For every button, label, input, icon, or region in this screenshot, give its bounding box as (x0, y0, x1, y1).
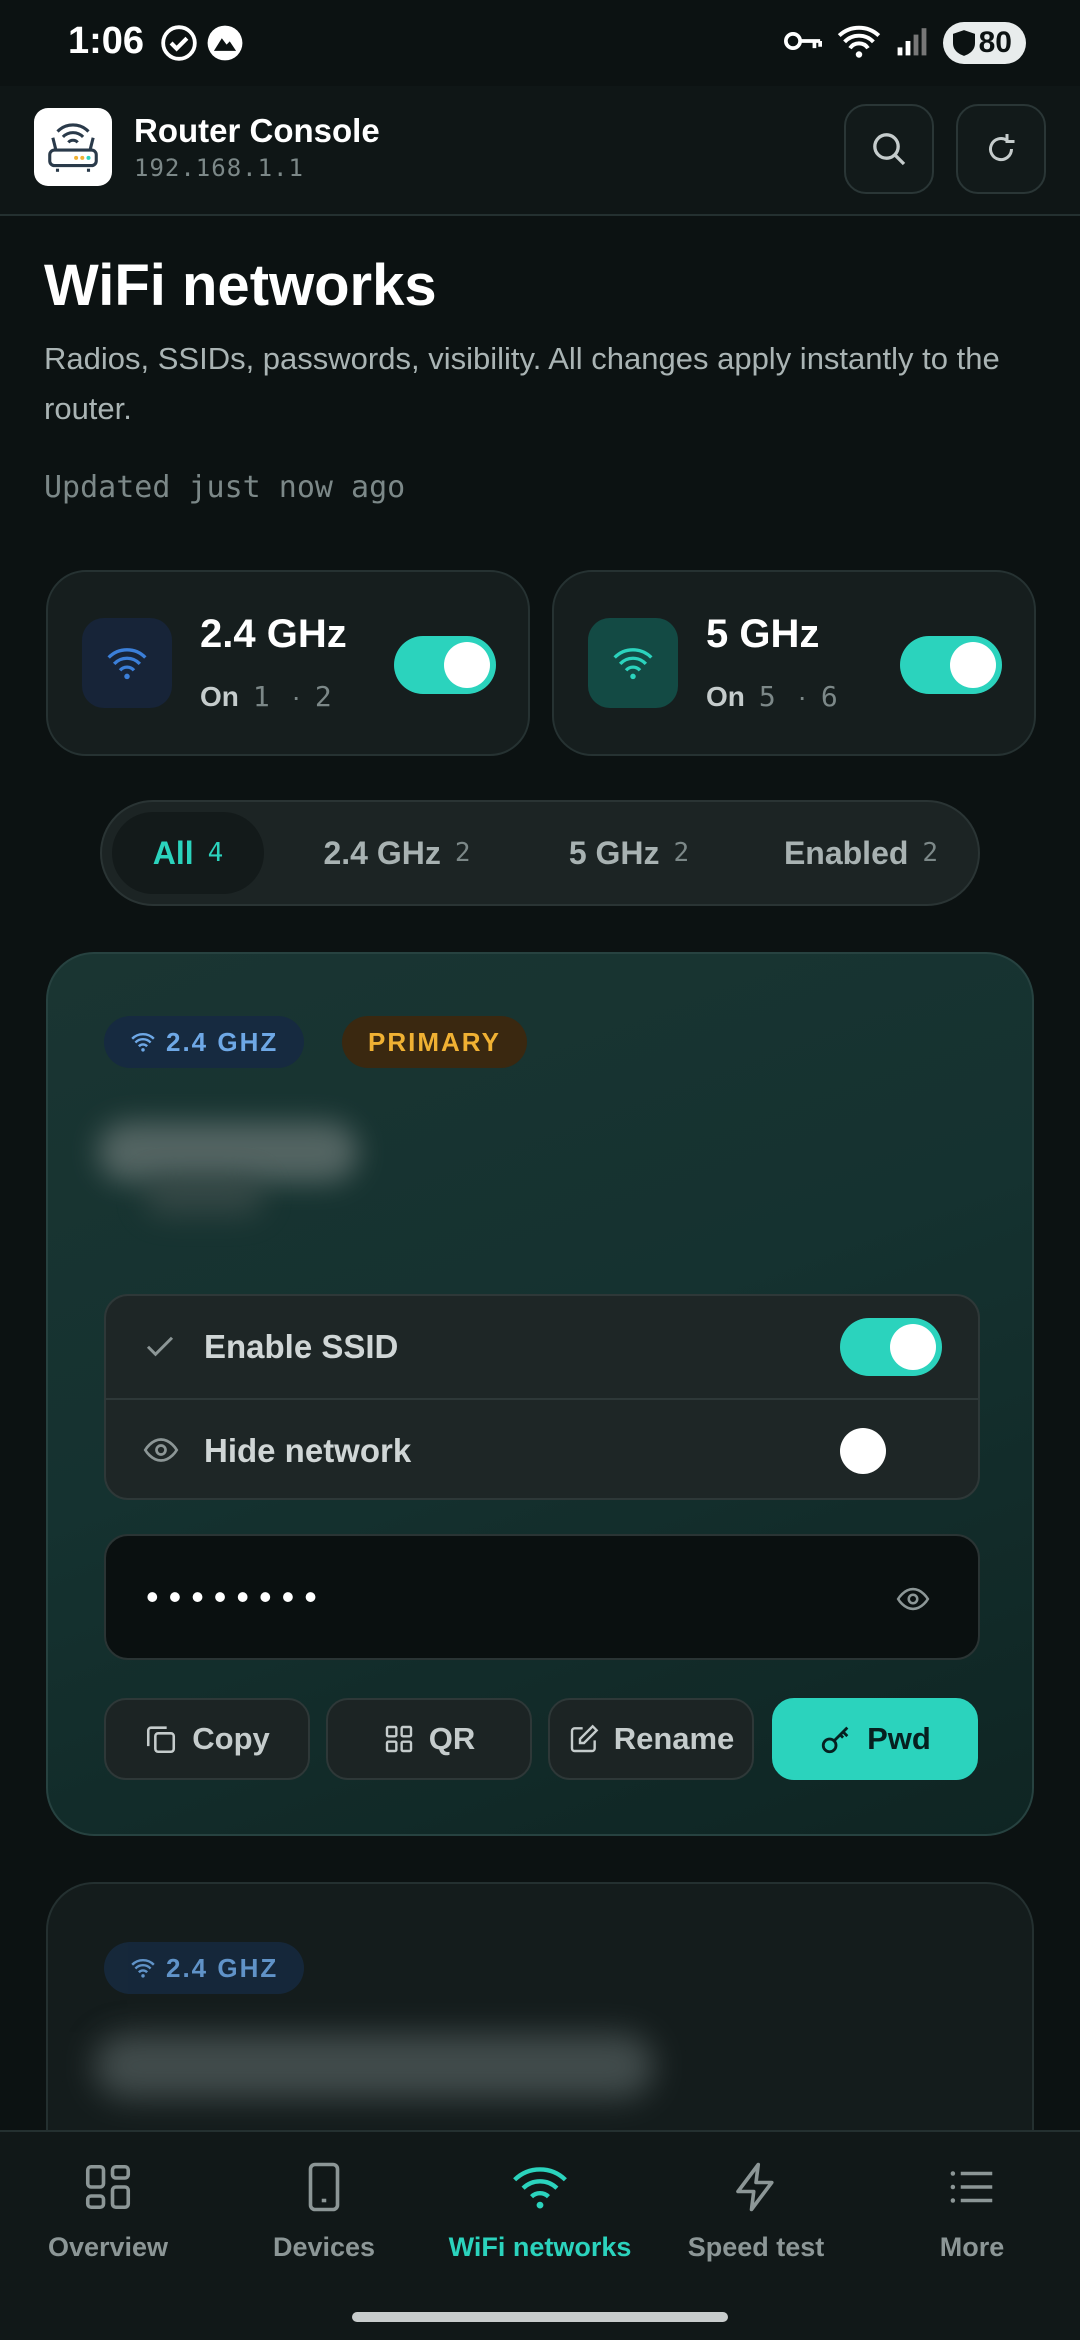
enable-ssid-row: Enable SSID (106, 1296, 978, 1398)
app-notification-icon (206, 24, 244, 67)
filter-all[interactable]: All 4 (112, 812, 264, 894)
hide-network-label: Hide network (204, 1432, 412, 1469)
nav-devices[interactable]: Devices (216, 2160, 432, 2263)
vpn-key-icon (783, 26, 823, 61)
router-ip: 192.168.1.1 (134, 154, 304, 182)
page-description: Radios, SSIDs, passwords, visibility. Al… (44, 341, 1000, 426)
radio-name: 5 GHz (706, 612, 820, 656)
edit-icon (570, 1724, 599, 1753)
show-password-eye-icon[interactable] (894, 1582, 932, 1621)
home-indicator[interactable] (352, 2312, 728, 2322)
refresh-icon (989, 134, 1015, 162)
qr-grid-icon (385, 1725, 412, 1753)
copy-button[interactable]: Copy (104, 1698, 310, 1780)
filter-5ghz[interactable]: 5 GHz 2 (534, 812, 724, 894)
radio-card-2-4ghz: 2.4 GHz On 1 · 2 (46, 570, 530, 756)
band-badge: 2.4 GHZ (104, 1942, 305, 1994)
cell-signal-icon (895, 25, 929, 62)
wifi-status-icon (837, 23, 881, 64)
qr-button[interactable]: QR (326, 1698, 532, 1780)
hide-network-toggle[interactable] (840, 1422, 942, 1480)
nav-overview[interactable]: Overview (0, 2160, 216, 2263)
copy-icon (147, 1726, 176, 1754)
radio-name: 2.4 GHz (200, 612, 347, 656)
status-bar: 1:06 80 (0, 0, 1080, 86)
enable-ssid-toggle[interactable] (840, 1318, 942, 1376)
band-badge: 2.4 GHZ (104, 1016, 305, 1068)
refresh-button[interactable] (956, 104, 1046, 194)
phone-icon (308, 2162, 340, 2212)
ssid-detail-redacted (144, 1176, 264, 1216)
wifi-icon (513, 2167, 567, 2209)
ssid-name-redacted (98, 1122, 358, 1182)
app-header: Router Console 192.168.1.1 (0, 86, 1080, 216)
page-title: WiFi networks (44, 253, 437, 318)
password-value: •••••••• (146, 1576, 327, 1617)
shield-icon (952, 30, 975, 56)
network-card: 2.4 GHZ PRIMARY Enable SSID Hide network… (46, 952, 1034, 1836)
radio-status: On 1 · 2 (200, 680, 332, 713)
band-filter: All 4 2.4 GHz 2 5 GHz 2 Enabled 2 (100, 800, 980, 906)
radio-5ghz-toggle[interactable] (900, 636, 1002, 694)
check-icon (142, 1328, 178, 1369)
bottom-navigation: Overview Devices WiFi networks Speed tes… (0, 2130, 1080, 2340)
rename-button[interactable]: Rename (548, 1698, 754, 1780)
enable-ssid-label: Enable SSID (204, 1328, 399, 1365)
ssid-name-redacted (94, 2034, 654, 2098)
wifi-icon (588, 618, 678, 708)
status-time: 1:06 (68, 20, 145, 62)
battery-level: 80 (978, 26, 1012, 59)
check-circle-icon (160, 24, 198, 67)
filter-2-4ghz[interactable]: 2.4 GHz 2 (292, 812, 502, 894)
list-icon (950, 2171, 993, 2203)
bolt-icon (736, 2162, 774, 2212)
wifi-icon (82, 618, 172, 708)
ssid-settings: Enable SSID Hide network (104, 1294, 980, 1500)
router-logo-icon (34, 108, 112, 186)
nav-more[interactable]: More (864, 2160, 1080, 2263)
key-icon (821, 1726, 849, 1754)
change-password-button[interactable]: Pwd (772, 1698, 978, 1780)
battery-indicator: 80 (942, 22, 1026, 64)
updated-timestamp: Updated just now ago (44, 470, 406, 505)
app-title: Router Console (134, 112, 380, 149)
filter-enabled[interactable]: Enabled 2 (756, 812, 966, 894)
radio-card-5ghz: 5 GHz On 5 · 6 (552, 570, 1036, 756)
nav-speed-test[interactable]: Speed test (648, 2160, 864, 2263)
radio-2-4ghz-toggle[interactable] (394, 636, 496, 694)
eye-icon (142, 1432, 180, 1473)
radio-status: On 5 · 6 (706, 680, 838, 713)
nav-wifi-networks[interactable]: WiFi networks (432, 2160, 648, 2263)
primary-badge: PRIMARY (342, 1016, 527, 1068)
search-icon (873, 133, 906, 166)
password-field[interactable]: •••••••• (104, 1534, 980, 1660)
wifi-icon (131, 1959, 155, 1978)
grid-icon (85, 2164, 131, 2210)
wifi-icon (131, 1033, 155, 1052)
search-button[interactable] (844, 104, 934, 194)
hide-network-row: Hide network (106, 1398, 978, 1500)
